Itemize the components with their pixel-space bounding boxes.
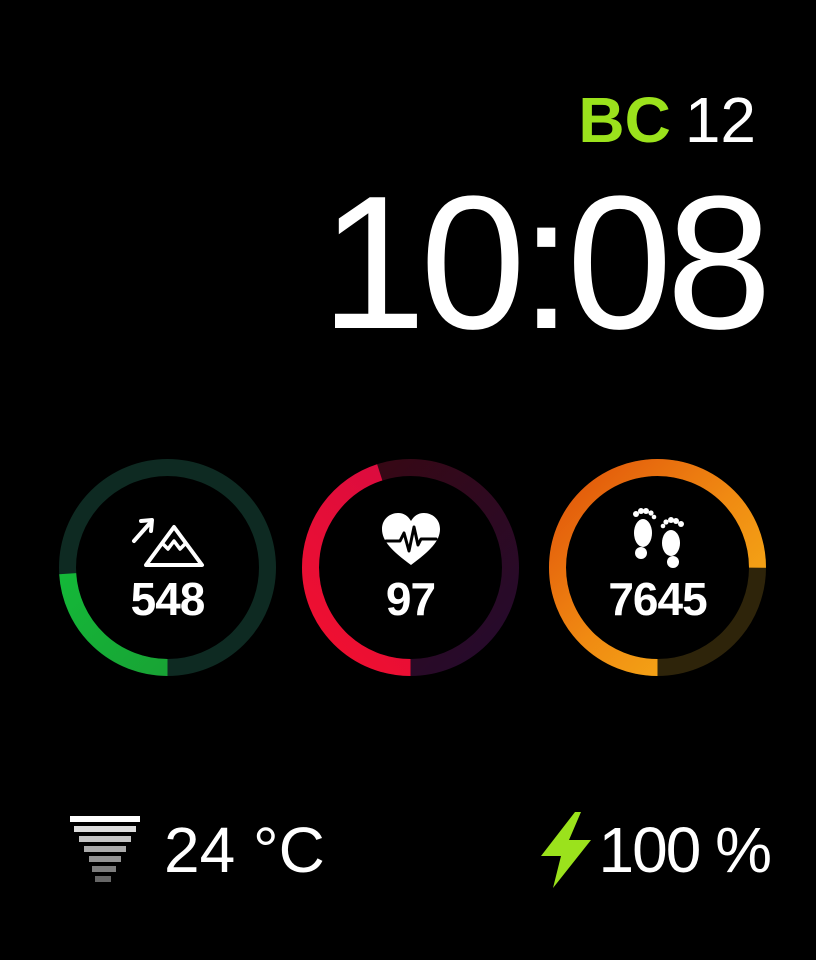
temperature-label: 24 °C [164,814,325,886]
watch-face: { "header": { "era": "BC", "day": "12", … [0,0,816,960]
steps-ring[interactable]: 7645 [545,455,770,680]
heart-rate-value: 97 [385,573,436,625]
weather-widget[interactable]: 24 °C [68,805,325,895]
day-label: 12 [684,84,756,156]
footprints-icon [632,508,684,568]
metric-rings: 548 97 7645 [0,455,816,680]
clock-time: 10:08 [320,157,772,369]
heart-rate-ring-gauge [302,459,519,676]
lightning-bolt-icon [540,812,591,888]
steps-value: 7645 [608,573,707,625]
elevation-ring[interactable]: 548 [55,455,280,680]
battery-widget[interactable]: 100 % [535,805,772,895]
battery-level-label: 100 % [598,814,772,886]
mountain-icon [131,518,204,567]
era-label: BC [578,84,671,156]
tornado-icon [70,816,140,882]
heart-rate-ring[interactable]: 97 [298,455,523,680]
elevation-value: 548 [130,573,206,625]
date-row: BC 12 [578,82,756,158]
heart-pulse-icon [381,513,440,565]
